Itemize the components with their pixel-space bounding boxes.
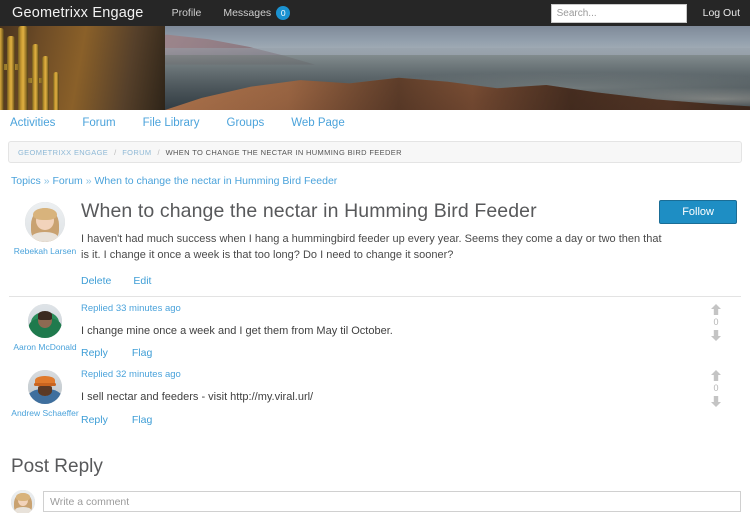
avatar[interactable] — [28, 370, 62, 405]
reply-link[interactable]: Reply — [81, 347, 108, 359]
post-reply-form — [9, 489, 741, 513]
reply-author-name[interactable]: Aaron McDonald — [13, 342, 76, 352]
avatar-body — [31, 231, 59, 242]
reply-text: I change mine once a week and I get them… — [81, 324, 393, 337]
main-nav: Activities Forum File Library Groups Web… — [0, 110, 750, 136]
topic-action-links: Delete Edit — [81, 275, 737, 296]
top-nav-item-messages[interactable]: Messages 0 — [223, 6, 291, 20]
top-nav: Profile Messages 0 — [172, 6, 291, 20]
breadcrumb-item-home[interactable]: GEOMETRIXX ENGAGE — [18, 148, 108, 157]
topic-body-column: When to change the nectar in Humming Bir… — [81, 200, 741, 296]
post-reply-heading: Post Reply — [11, 455, 103, 477]
topic-header-row: When to change the nectar in Humming Bir… — [81, 200, 737, 225]
avatar-hair-front — [33, 207, 57, 221]
avatar[interactable] — [28, 303, 62, 338]
main-nav-item-web-page[interactable]: Web Page — [291, 117, 345, 129]
avatar — [11, 489, 35, 513]
topic-path-current: When to change the nectar in Humming Bir… — [94, 175, 338, 187]
upvote-arrow-icon[interactable] — [710, 303, 722, 316]
delete-link[interactable]: Delete — [81, 275, 111, 287]
topic-path: Topics » Forum » When to change the nect… — [9, 163, 741, 197]
cactus-icon — [32, 44, 39, 110]
topic-post: Rebekah Larsen When to change the nectar… — [9, 197, 741, 296]
reply-author-name[interactable]: Andrew Schaeffer — [11, 408, 78, 418]
reply-text: I sell nectar and feeders - visit http:/… — [81, 391, 314, 404]
hero-foreground-left — [0, 26, 165, 110]
reply-timestamp: Replied 32 minutes ago — [81, 369, 181, 381]
topic-author-block: Rebekah Larsen — [9, 200, 81, 256]
reply-author-block: Andrew Schaeffer — [9, 368, 81, 418]
messages-count-badge: 0 — [276, 6, 291, 20]
reply-body-column: Replied 33 minutes ago I change mine onc… — [81, 302, 741, 363]
cactus-icon — [53, 72, 59, 110]
avatar-hair-front — [15, 492, 31, 501]
cactus-icon — [7, 36, 15, 110]
cactus-icon — [42, 56, 49, 110]
breadcrumb-item-current: WHEN TO CHANGE THE NECTAR IN HUMMING BIR… — [165, 147, 402, 157]
top-bar: Geometrixx Engage Profile Messages 0 Log… — [0, 0, 750, 26]
topic-author-name[interactable]: Rebekah Larsen — [14, 246, 76, 256]
main-nav-item-file-library[interactable]: File Library — [143, 117, 200, 129]
flag-link[interactable]: Flag — [132, 414, 152, 426]
breadcrumb-wrapper: GEOMETRIXX ENGAGE / FORUM / WHEN TO CHAN… — [0, 136, 750, 163]
main-nav-item-forum[interactable]: Forum — [82, 117, 115, 129]
vote-count: 0 — [713, 316, 719, 327]
avatar[interactable] — [25, 202, 65, 242]
cactus-icon — [18, 26, 28, 110]
reply-author-block: Aaron McDonald — [9, 302, 81, 352]
main-nav-item-activities[interactable]: Activities — [10, 117, 55, 129]
main-content: Topics » Forum » When to change the nect… — [0, 163, 750, 513]
top-bar-right: Log Out — [550, 3, 740, 23]
top-nav-item-profile[interactable]: Profile — [172, 7, 202, 19]
breadcrumb-separator: / — [157, 147, 160, 157]
vote-control: 0 — [705, 369, 727, 408]
search-input[interactable] — [550, 3, 687, 23]
comment-input[interactable] — [43, 491, 741, 513]
topic-path-separator: » — [43, 175, 50, 187]
cactus-icon — [0, 28, 4, 110]
breadcrumb-item-forum[interactable]: FORUM — [122, 148, 151, 157]
topic-body-text: I haven't had much success when I hang a… — [81, 233, 662, 262]
reply-timestamp: Replied 33 minutes ago — [81, 302, 181, 314]
downvote-arrow-icon[interactable] — [710, 395, 722, 408]
page-title: When to change the nectar in Humming Bir… — [81, 200, 537, 222]
breadcrumb-separator: / — [114, 147, 117, 157]
topic-path-topics[interactable]: Topics — [11, 175, 41, 187]
reply-action-links: Reply Flag — [81, 347, 695, 363]
top-nav-profile-label: Profile — [171, 7, 202, 19]
reply-item: Aaron McDonald Replied 33 minutes ago I … — [9, 297, 741, 363]
reply-action-links: Reply Flag — [81, 414, 695, 430]
follow-button[interactable]: Follow — [659, 200, 737, 225]
edit-link[interactable]: Edit — [133, 275, 151, 287]
logout-link[interactable]: Log Out — [703, 7, 740, 19]
reply-item: Andrew Schaeffer Replied 32 minutes ago … — [9, 363, 741, 429]
vote-control: 0 — [705, 303, 727, 342]
flag-link[interactable]: Flag — [132, 347, 152, 359]
topic-path-forum[interactable]: Forum — [52, 175, 82, 187]
main-nav-item-groups[interactable]: Groups — [227, 117, 265, 129]
reply-body-column: Replied 32 minutes ago I sell nectar and… — [81, 368, 741, 429]
avatar-body — [15, 507, 31, 513]
avatar-cap-brim — [34, 383, 56, 386]
topic-path-separator: » — [85, 175, 92, 187]
vote-count: 0 — [713, 383, 719, 394]
reply-link[interactable]: Reply — [81, 414, 108, 426]
breadcrumb: GEOMETRIXX ENGAGE / FORUM / WHEN TO CHAN… — [8, 141, 742, 163]
upvote-arrow-icon[interactable] — [710, 369, 722, 382]
top-nav-messages-label: Messages — [223, 7, 272, 19]
hero-banner-image — [0, 26, 750, 110]
downvote-arrow-icon[interactable] — [710, 329, 722, 342]
avatar-hair — [37, 311, 53, 320]
brand-title: Geometrixx Engage — [12, 5, 144, 21]
